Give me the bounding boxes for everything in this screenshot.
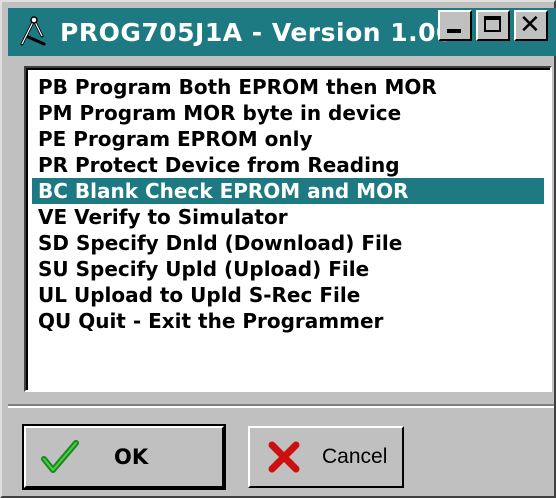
ok-button[interactable]: OK xyxy=(22,424,226,490)
close-icon: ✕ xyxy=(519,10,541,40)
list-item[interactable]: PR Protect Device from Reading xyxy=(32,152,544,178)
close-button[interactable]: ✕ xyxy=(514,10,548,41)
x-mark-icon xyxy=(268,441,300,473)
list-item[interactable]: PE Program EPROM only xyxy=(32,126,544,152)
checkmark-icon xyxy=(41,440,79,473)
list-item[interactable]: VE Verify to Simulator xyxy=(32,204,544,230)
command-listbox[interactable]: PB Program Both EPROM then MOR PM Program… xyxy=(24,66,552,392)
maximize-icon xyxy=(484,16,501,32)
title-buttons: ✕ xyxy=(438,10,548,41)
list-item[interactable]: PB Program Both EPROM then MOR xyxy=(32,74,544,100)
command-list: PB Program Both EPROM then MOR PM Program… xyxy=(26,68,550,390)
list-item[interactable]: UL Upload to Upld S-Rec File xyxy=(32,282,544,308)
list-item[interactable]: BC Blank Check EPROM and MOR xyxy=(32,178,544,204)
list-item[interactable]: QU Quit - Exit the Programmer xyxy=(32,308,544,334)
program-selection-dialog: PROG705J1A - Version 1.00 ✕ PB Program B… xyxy=(0,0,556,498)
list-item[interactable]: SU Specify Upld (Upload) File xyxy=(32,256,544,282)
compass-icon xyxy=(20,16,46,46)
window-title: PROG705J1A - Version 1.00 xyxy=(60,17,454,47)
minimize-button[interactable] xyxy=(438,10,472,41)
cancel-button[interactable]: Cancel xyxy=(248,426,404,488)
divider xyxy=(8,404,554,408)
list-item[interactable]: PM Program MOR byte in device xyxy=(32,100,544,126)
cancel-button-label: Cancel xyxy=(322,445,388,468)
minimize-icon xyxy=(447,29,461,33)
maximize-button[interactable] xyxy=(476,10,510,41)
list-item[interactable]: SD Specify Dnld (Download) File xyxy=(32,230,544,256)
ok-button-label: OK xyxy=(114,445,149,469)
